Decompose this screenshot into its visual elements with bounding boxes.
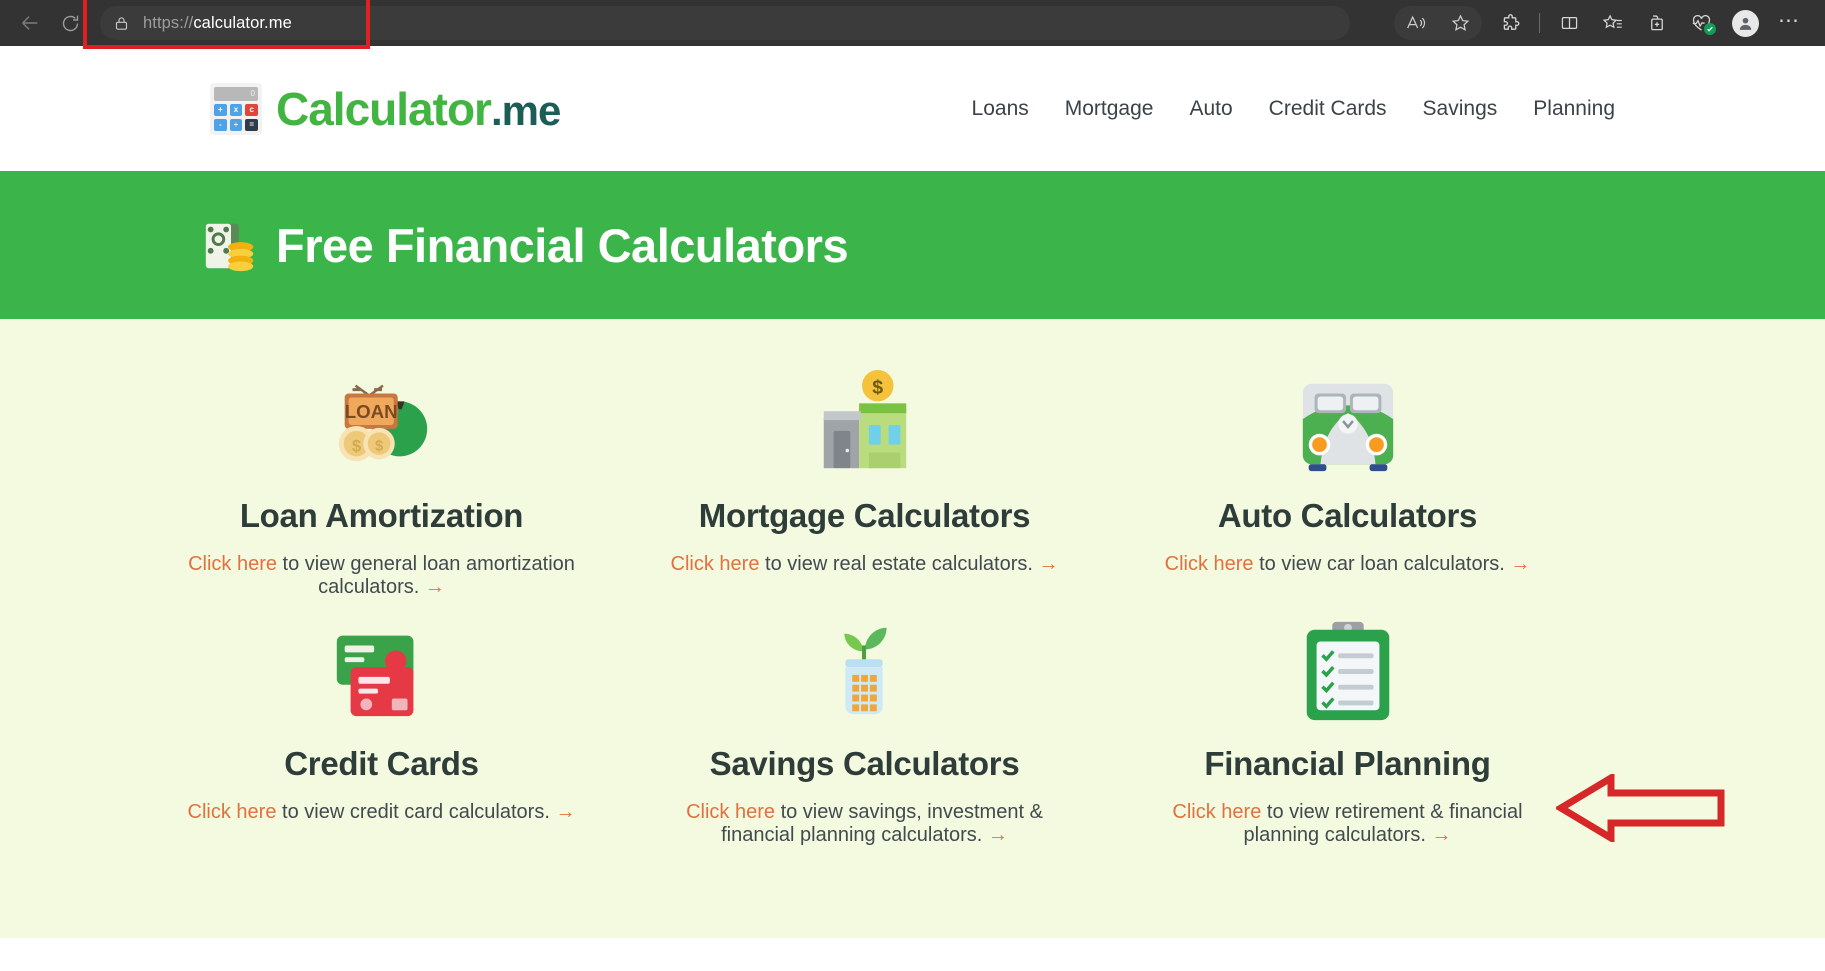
clipboard-checklist-icon [1288, 611, 1408, 731]
svg-text:$: $ [351, 436, 361, 455]
click-here-link[interactable]: Click here [1172, 801, 1261, 823]
card-title: Financial Planning [1204, 745, 1491, 782]
calculator-icon: 0 + x c - ÷ = [210, 82, 262, 135]
card-description: Click here to view credit card calculato… [188, 801, 576, 824]
collections-icon[interactable] [1635, 5, 1679, 41]
logo-name: Calculator [276, 82, 492, 135]
nav-item-planning[interactable]: Planning [1533, 97, 1615, 121]
click-here-link[interactable]: Click here [671, 553, 760, 575]
toolbar-divider [1539, 13, 1540, 33]
profile-avatar[interactable] [1723, 5, 1767, 41]
card-financial-planning[interactable]: Financial Planning Click here to view re… [1106, 611, 1589, 847]
svg-text:LOAN: LOAN [344, 401, 397, 422]
click-here-link[interactable]: Click here [686, 801, 775, 823]
card-credit-cards[interactable]: Credit Cards Click here to view credit c… [140, 611, 623, 847]
site-header: 0 + x c - ÷ = Calculator.me Loans Mortga… [0, 46, 1825, 171]
nav-item-savings[interactable]: Savings [1423, 97, 1498, 121]
address-bar-container[interactable]: https://calculator.me [83, 0, 1350, 49]
nav-item-auto[interactable]: Auto [1189, 97, 1232, 121]
calc-key-divide: ÷ [229, 118, 243, 131]
browser-essentials-icon[interactable] [1679, 5, 1723, 41]
click-here-link[interactable]: Click here [1165, 553, 1254, 575]
card-title: Loan Amortization [239, 497, 524, 534]
split-screen-icon[interactable] [1547, 5, 1591, 41]
nav-item-credit-cards[interactable]: Credit Cards [1269, 97, 1387, 121]
card-description: Click here to view real estate calculato… [671, 553, 1059, 576]
url-text: https://calculator.me [143, 14, 292, 33]
svg-text:$: $ [374, 439, 382, 455]
arrow-glyph: → [1510, 553, 1531, 575]
nav-item-loans[interactable]: Loans [972, 97, 1029, 121]
logo-tld: .me [490, 86, 561, 134]
card-title: Credit Cards [284, 745, 479, 782]
card-desc-text: to view real estate calculators. [759, 553, 1039, 575]
card-title: Mortgage Calculators [698, 497, 1031, 534]
arrow-glyph: → [555, 801, 576, 823]
calc-key-multiply: x [229, 103, 243, 116]
address-bar[interactable]: https://calculator.me [100, 6, 1350, 40]
card-desc-text: to view car loan calculators. [1253, 553, 1511, 575]
extensions-icon[interactable] [1488, 5, 1532, 41]
green-van-icon [1288, 363, 1408, 483]
card-desc-text: to view credit card calculators. [276, 801, 556, 823]
toolbar-right-group: ⋯ [1394, 5, 1815, 41]
card-description: Click here to view car loan calculators.… [1165, 553, 1531, 576]
calculator-categories-section: LOAN $ $ Loan Amortization Click here to… [0, 319, 1825, 938]
read-aloud-icon[interactable] [1394, 5, 1438, 41]
arrow-glyph: → [1038, 553, 1059, 575]
logo-wordmark: Calculator.me [276, 82, 561, 136]
favorites-list-icon[interactable] [1591, 5, 1635, 41]
click-here-link[interactable]: Click here [188, 553, 277, 575]
money-with-coins-icon [200, 214, 262, 276]
url-host: calculator.me [193, 13, 292, 32]
card-description: Click here to view retirement & financia… [1148, 801, 1548, 847]
avatar [1731, 9, 1759, 37]
calc-key-equals: = [245, 118, 258, 131]
calc-key-minus: - [214, 118, 227, 131]
favorite-star-icon[interactable] [1438, 5, 1482, 41]
back-button[interactable] [10, 5, 50, 41]
arrow-glyph: → [987, 824, 1008, 846]
reload-button[interactable] [50, 5, 90, 41]
red-arrow-annotation [1554, 771, 1726, 845]
arrow-glyph: → [424, 576, 445, 598]
card-mortgage-calculators[interactable]: $ Mortgage Calculators Click here to vie… [623, 363, 1106, 599]
url-scheme: https:// [143, 13, 194, 32]
essentials-status-badge [1704, 23, 1716, 35]
svg-text:$: $ [872, 377, 883, 399]
calculator-card-grid: LOAN $ $ Loan Amortization Click here to… [0, 363, 1825, 847]
nav-item-mortgage[interactable]: Mortgage [1065, 97, 1154, 121]
browser-toolbar: https://calculator.me ⋯ [0, 0, 1825, 49]
settings-more-icon[interactable]: ⋯ [1767, 5, 1811, 41]
calculator-keys-row-1: + x c [214, 103, 258, 116]
ellipsis-glyph: ⋯ [1778, 8, 1800, 32]
hero-banner: Free Financial Calculators [0, 171, 1825, 319]
click-here-link[interactable]: Click here [188, 801, 277, 823]
loan-sign-money-bag-icon: LOAN $ $ [322, 363, 442, 483]
calc-key-clear: c [245, 103, 258, 116]
address-actions-pill [1394, 6, 1482, 40]
calculator-keys-row-2: - ÷ = [214, 118, 258, 131]
calculator-screen: 0 [214, 86, 258, 101]
arrow-glyph: → [1431, 824, 1452, 846]
card-description: Click here to view savings, investment &… [665, 801, 1065, 847]
card-title: Auto Calculators [1217, 497, 1478, 534]
main-navigation: Loans Mortgage Auto Credit Cards Savings… [972, 97, 1615, 121]
card-savings-calculators[interactable]: Savings Calculators Click here to view s… [623, 611, 1106, 847]
page-title: Free Financial Calculators [276, 218, 849, 272]
house-with-dollar-icon: $ [805, 363, 925, 483]
card-auto-calculators[interactable]: Auto Calculators Click here to view car … [1106, 363, 1589, 599]
credit-cards-icon [322, 611, 442, 731]
site-logo[interactable]: 0 + x c - ÷ = Calculator.me [210, 82, 561, 136]
savings-jar-plant-icon [805, 611, 925, 731]
lock-icon [114, 15, 129, 32]
card-description: Click here to view general loan amortiza… [182, 553, 582, 599]
calc-key-plus: + [214, 103, 227, 116]
card-loan-amortization[interactable]: LOAN $ $ Loan Amortization Click here to… [140, 363, 623, 599]
card-title: Savings Calculators [709, 745, 1020, 782]
card-desc-text: to view retirement & financial planning … [1243, 801, 1523, 846]
